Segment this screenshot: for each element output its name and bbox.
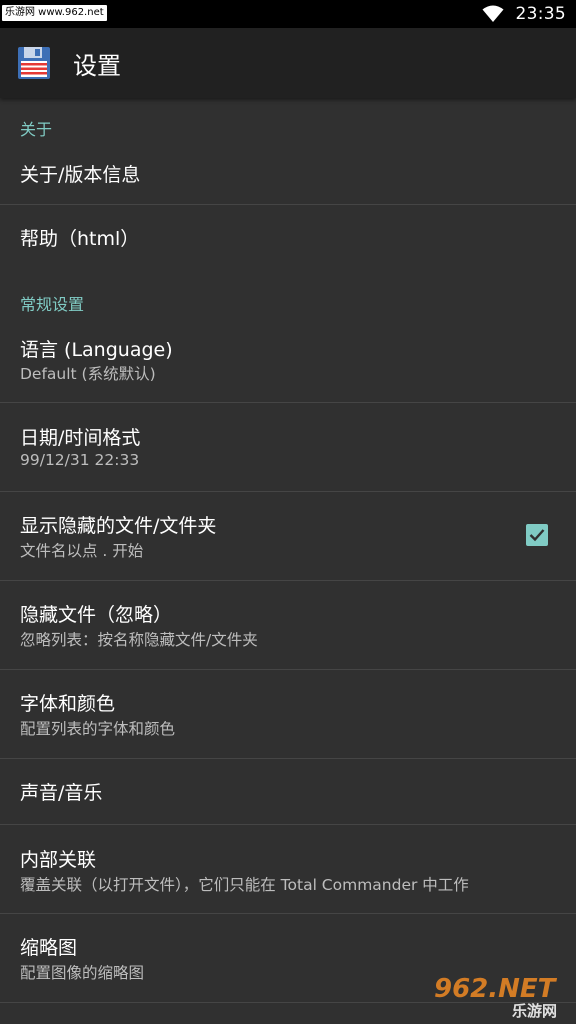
pref-summary: 配置列表的字体和颜色 <box>20 720 176 738</box>
pref-title: 缩略图 <box>20 937 78 959</box>
watermark-logo: 962.NET 乐游网 <box>434 974 572 1022</box>
pref-title: 帮助（html） <box>20 228 140 250</box>
pref-summary: 99/12/31 22:33 <box>20 451 140 469</box>
status-icons: 23:35 <box>482 0 567 28</box>
pref-title: 日期/时间格式 <box>20 427 141 449</box>
pref-title: 关于/版本信息 <box>20 164 141 186</box>
floppy-disk-icon[interactable] <box>17 46 51 80</box>
watermark-logo-subtext: 乐游网 <box>512 1002 558 1020</box>
section-header-general: 常规设置 <box>20 295 85 314</box>
pref-about-version[interactable]: 关于/版本信息 <box>0 142 576 204</box>
pref-fonts-colors[interactable]: 字体和颜色 配置列表的字体和颜色 <box>0 670 576 758</box>
status-bar: 乐游网 www.962.net 23:35 <box>0 0 576 28</box>
pref-help[interactable]: 帮助（html） <box>0 205 576 271</box>
pref-show-hidden-files[interactable]: 显示隐藏的文件/文件夹 文件名以点 . 开始 <box>0 492 576 580</box>
app-bar: 设置 <box>0 28 576 98</box>
pref-internal-associations[interactable]: 内部关联 覆盖关联（以打开文件），它们只能在 Total Commander 中… <box>0 825 576 913</box>
check-icon <box>529 529 545 542</box>
pref-title: 声音/音乐 <box>20 782 103 804</box>
watermark-badge: 乐游网 www.962.net <box>2 5 107 21</box>
pref-sound-music[interactable]: 声音/音乐 <box>0 759 576 824</box>
pref-title: 内部关联 <box>20 849 97 871</box>
pref-title: 语言 (Language) <box>20 339 173 361</box>
pref-summary: 忽略列表：按名称隐藏文件/文件夹 <box>20 631 258 649</box>
pref-summary: Default (系统默认) <box>20 365 156 383</box>
pref-title: 字体和颜色 <box>20 693 116 715</box>
section-header-about: 关于 <box>20 120 53 139</box>
pref-language[interactable]: 语言 (Language) Default (系统默认) <box>0 320 576 402</box>
settings-list: 关于 关于/版本信息 帮助（html） 常规设置 语言 (Language) D… <box>0 98 576 1024</box>
pref-summary: 配置图像的缩略图 <box>20 964 145 982</box>
pref-date-time-format[interactable]: 日期/时间格式 99/12/31 22:33 <box>0 403 576 491</box>
pref-summary: 文件名以点 . 开始 <box>20 542 144 560</box>
show-hidden-checkbox[interactable] <box>526 524 548 546</box>
wifi-icon <box>482 5 503 22</box>
pref-title: 显示隐藏的文件/文件夹 <box>20 515 217 537</box>
pref-title: 隐藏文件（忽略） <box>20 604 173 626</box>
pref-summary: 覆盖关联（以打开文件），它们只能在 Total Commander 中工作 <box>20 876 469 894</box>
page-title: 设置 <box>73 51 121 80</box>
clock: 23:35 <box>515 4 566 24</box>
pref-hidden-files-ignore[interactable]: 隐藏文件（忽略） 忽略列表：按名称隐藏文件/文件夹 <box>0 581 576 669</box>
